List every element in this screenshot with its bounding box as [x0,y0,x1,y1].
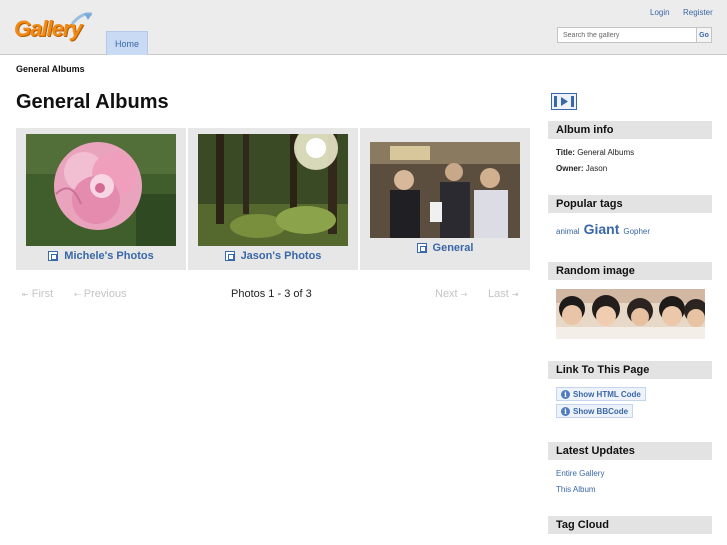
pager-first-link: ⇤ First [22,288,54,300]
search-go-button[interactable]: Go [697,27,712,43]
random-image[interactable] [556,289,705,339]
pager-next-link: Next ⇢ [435,288,468,300]
tag-cloud-heading: Tag Cloud [548,516,712,534]
album-caption[interactable]: General [360,242,530,254]
info-icon: i [561,389,570,399]
tag-link[interactable]: animal [556,227,580,236]
pager-previous-link: ⇠ Previous [74,288,127,300]
tab-home[interactable]: Home [106,31,148,55]
popular-tags-list: animal Giant Gopher [556,221,650,237]
next-arrow-icon: ⇢ [460,290,468,299]
album-icon [224,251,235,261]
album-item[interactable]: Michele's Photos [16,128,186,270]
breadcrumb: General Albums [16,64,85,74]
page-title: General Albums [16,91,169,113]
last-arrow-icon: ⇥ [511,290,519,299]
info-icon: i [561,406,570,416]
album-title[interactable]: Michele's Photos [64,250,153,262]
show-html-code-button[interactable]: i Show HTML Code [556,387,646,401]
album-caption[interactable]: Jason's Photos [188,250,358,262]
random-image-heading: Random image [548,262,712,280]
slideshow-icon[interactable] [551,93,577,110]
album-title[interactable]: General [433,242,474,254]
pager-status: Photos 1 - 3 of 3 [231,288,312,300]
album-thumbnail-flower[interactable] [26,134,176,246]
album-icon [48,251,59,261]
album-thumbnail-forest[interactable] [198,134,348,246]
previous-arrow-icon: ⇠ [74,290,81,299]
entire-gallery-link[interactable]: Entire Gallery [556,469,604,478]
search-input[interactable] [557,27,697,43]
show-bbcode-button[interactable]: i Show BBCode [556,404,634,418]
logo-swoosh-icon [70,12,93,25]
pager-last-link: Last ⇥ [488,288,519,300]
link-to-page-heading: Link To This Page [548,361,712,379]
first-arrow-icon: ⇤ [22,290,29,299]
album-item[interactable]: General [360,128,530,270]
album-caption[interactable]: Michele's Photos [16,250,186,262]
album-item[interactable]: Jason's Photos [188,128,358,270]
this-album-link[interactable]: This Album [556,485,596,494]
album-title[interactable]: Jason's Photos [241,250,322,262]
latest-updates-heading: Latest Updates [548,442,712,460]
album-owner-info: Owner: Jason [556,164,608,173]
tag-link[interactable]: Gopher [623,227,650,236]
page-header: Gallery Home Login Register Go [0,0,727,55]
popular-tags-heading: Popular tags [548,195,712,213]
album-title-info: Title: General Albums [556,148,635,157]
login-link[interactable]: Login [650,8,670,17]
album-icon [416,243,427,253]
album-info-heading: Album info [548,121,712,139]
tag-link[interactable]: Giant [584,221,620,237]
gallery-logo[interactable]: Gallery [14,12,94,46]
album-thumbnail-crowd[interactable] [370,142,520,238]
register-link[interactable]: Register [683,8,713,17]
